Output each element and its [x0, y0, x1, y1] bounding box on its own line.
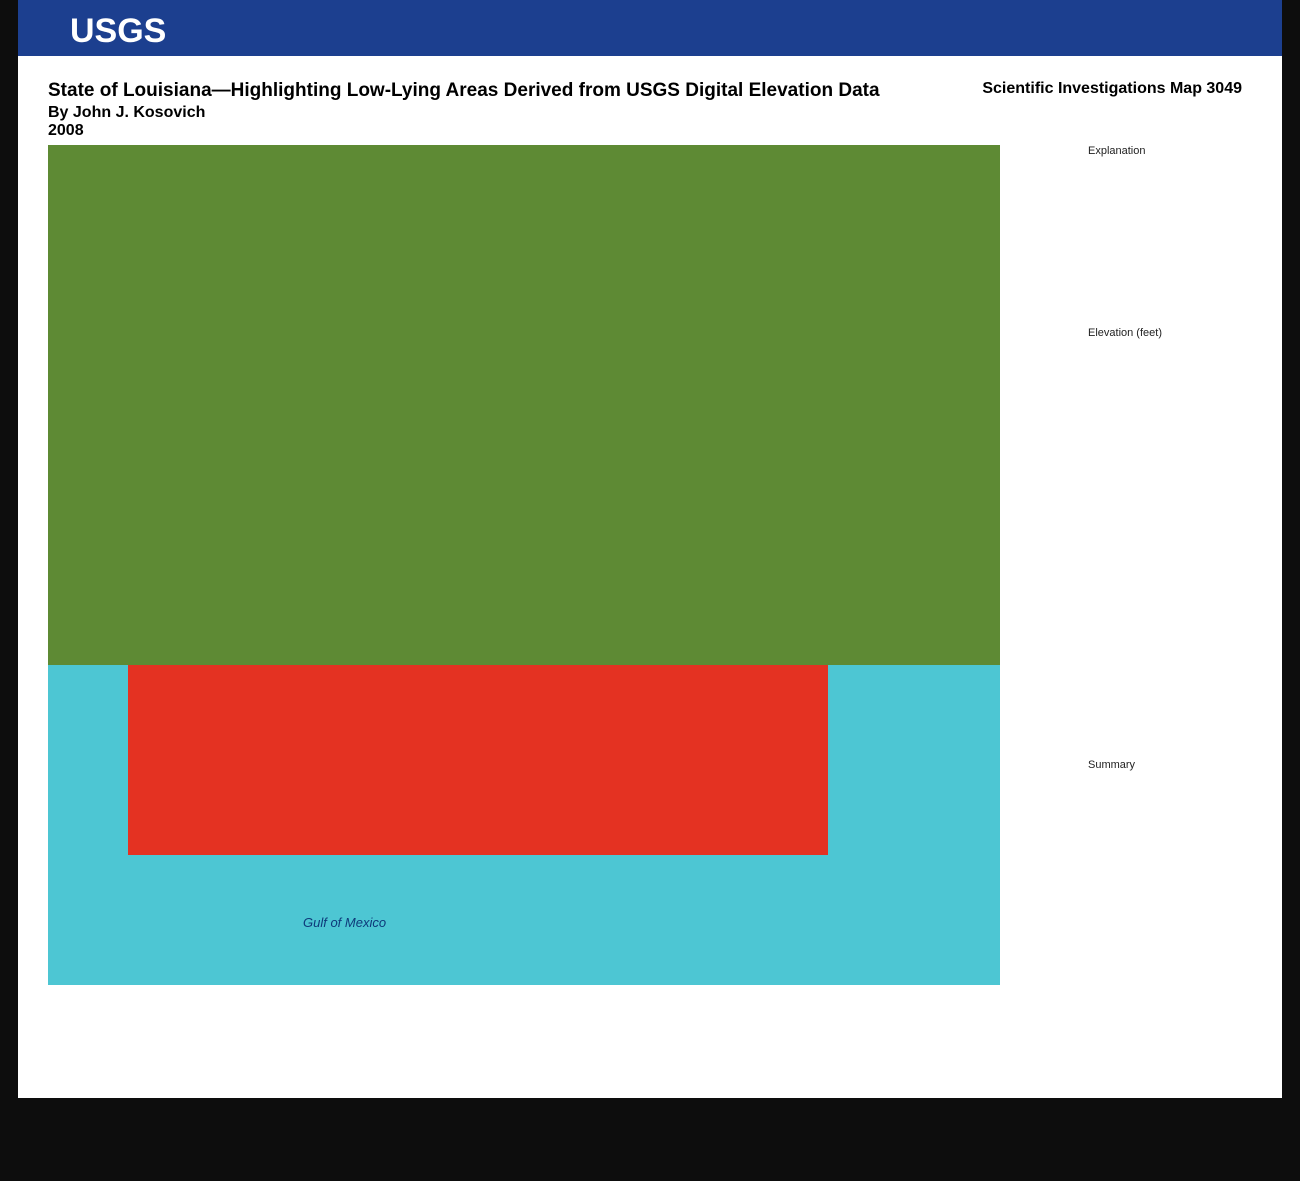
legend: Explanation Elevation (feet) Summary	[1088, 145, 1248, 771]
series: Scientific Investigations Map 3049	[982, 80, 1242, 97]
explanation-title: Explanation	[1088, 145, 1146, 157]
usgs-logo: USGS	[70, 12, 167, 50]
year: 2008	[48, 122, 84, 139]
map-title: State of Louisiana—Highlighting Low-Lyin…	[48, 80, 880, 101]
map-sheet: USGS State of Louisiana—Highlighting Low…	[18, 0, 1282, 1098]
main-map: Gulf of Mexico	[48, 145, 1000, 985]
elevation-title: Elevation (feet)	[1088, 327, 1162, 339]
land	[48, 145, 1000, 665]
summary-title: Summary	[1088, 759, 1136, 771]
usgs-band	[18, 0, 1282, 56]
low-lying-area	[128, 665, 828, 855]
author: By John J. Kosovich	[48, 104, 206, 121]
gulf-label: Gulf of Mexico	[303, 915, 387, 930]
